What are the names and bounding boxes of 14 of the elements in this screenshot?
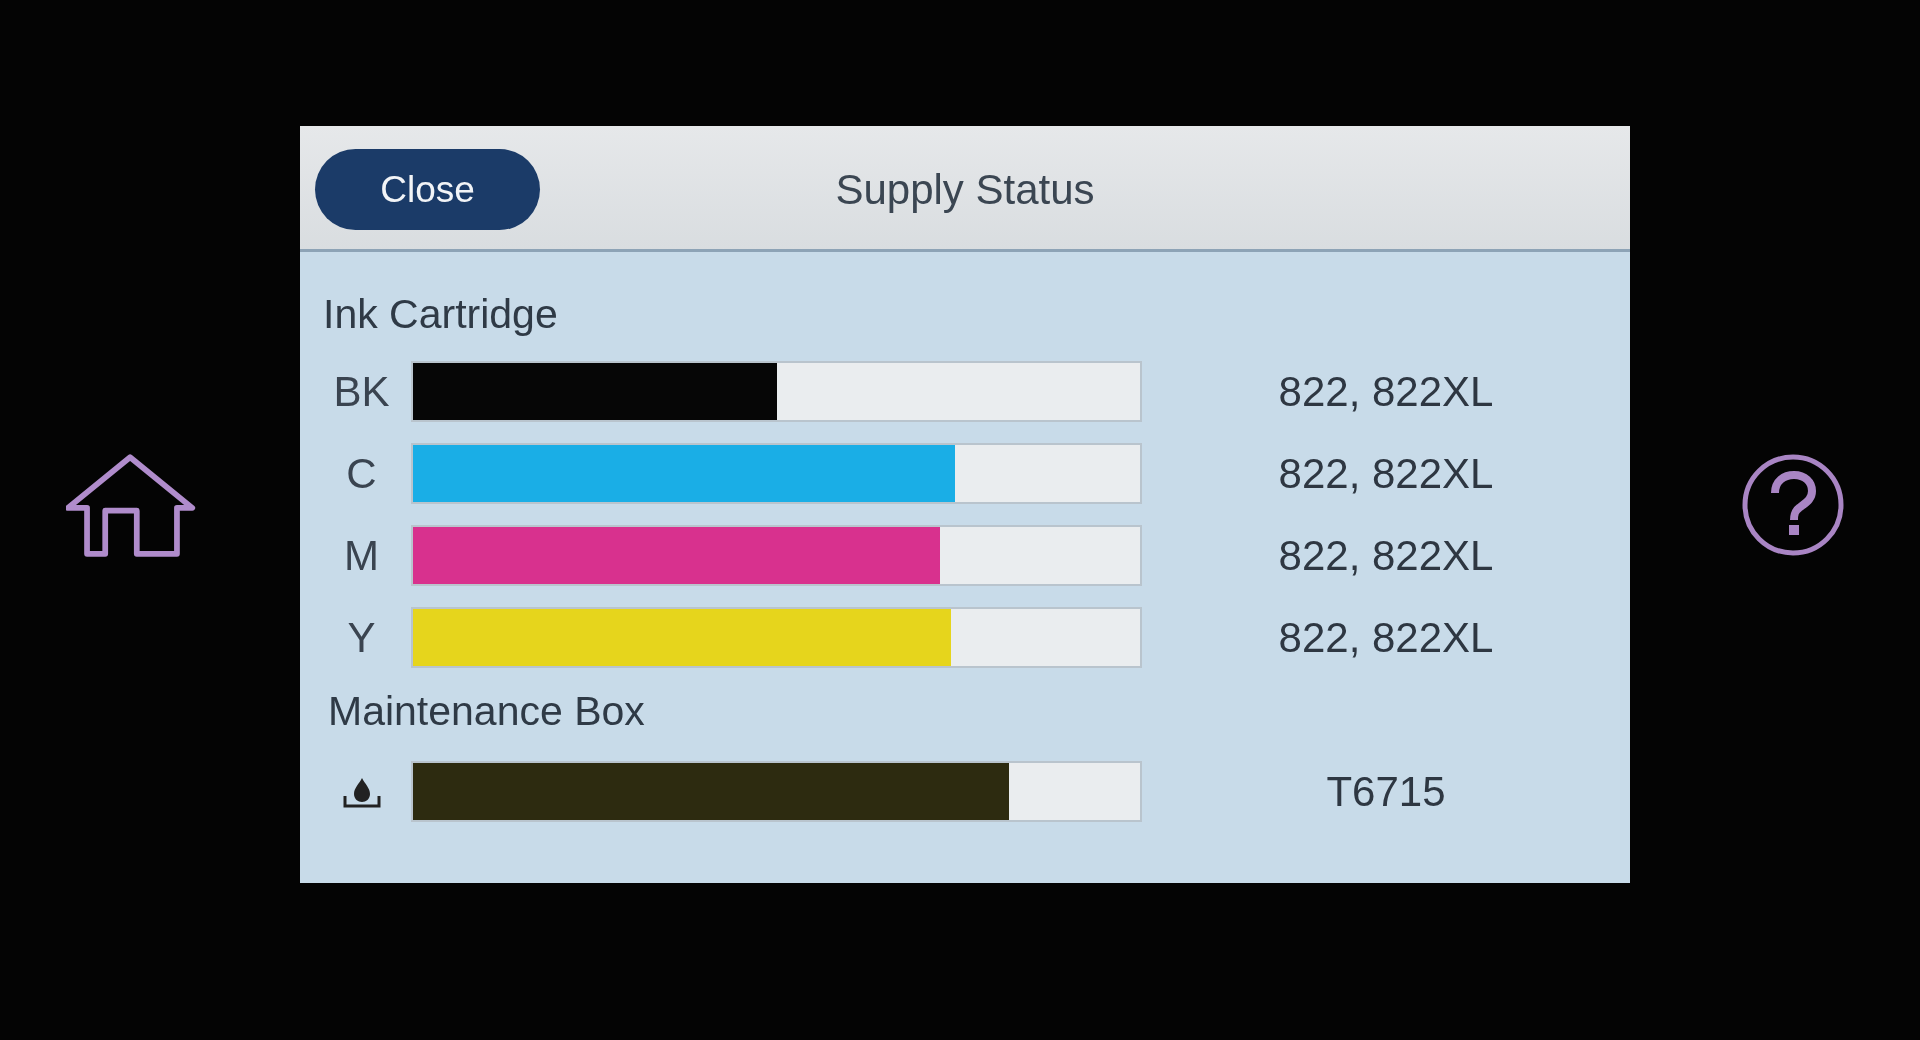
cartridge-model: 822, 822XL	[1278, 531, 1494, 580]
section-heading: Maintenance Box	[328, 689, 645, 733]
section-heading: Ink Cartridge	[323, 292, 558, 336]
ink-label: Y	[346, 613, 376, 662]
cartridge-model: 822, 822XL	[1278, 367, 1494, 416]
dialog-title: Supply Status	[835, 165, 1095, 214]
help-icon[interactable]	[1741, 452, 1845, 557]
cartridge-model: 822, 822XL	[1278, 613, 1494, 662]
close-button[interactable]: Close	[315, 149, 540, 230]
ink-label: BK	[332, 367, 390, 416]
cartridge-model: 822, 822XL	[1278, 449, 1494, 498]
ink-label: C	[345, 449, 377, 498]
ink-label: M	[343, 531, 379, 580]
maintenance-box-model: T6715	[1326, 767, 1446, 816]
